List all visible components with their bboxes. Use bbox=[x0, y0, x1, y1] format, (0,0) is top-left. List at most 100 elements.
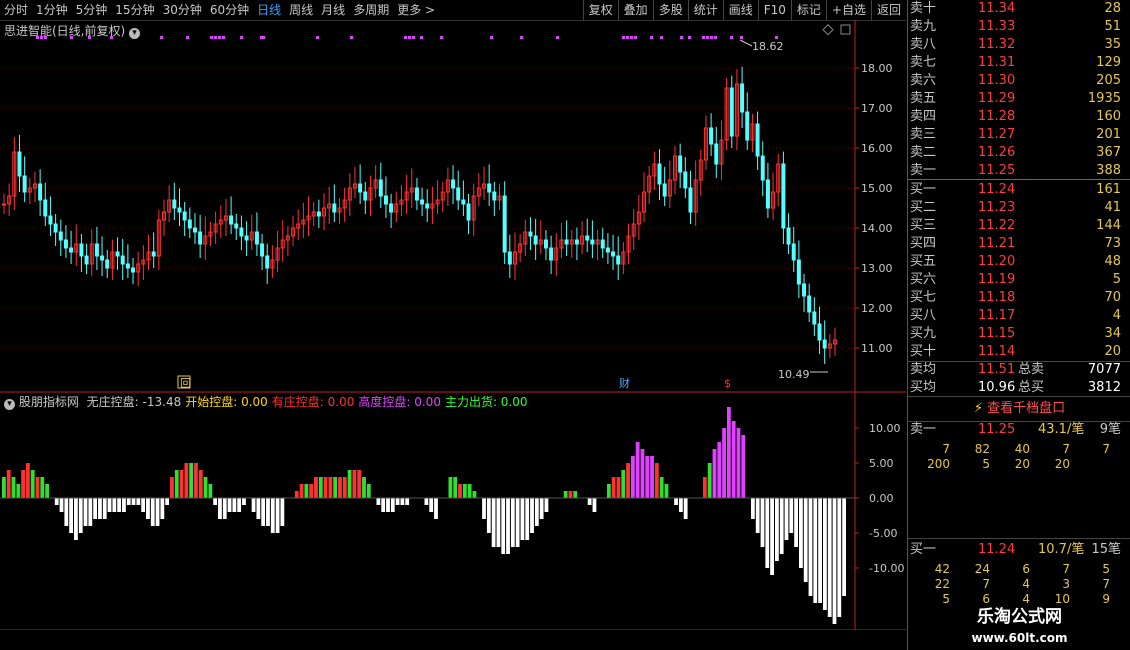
period-tab-6[interactable]: 日线 bbox=[253, 0, 285, 20]
candle-body bbox=[414, 187, 419, 201]
candle-body bbox=[192, 227, 197, 233]
indicator-bar bbox=[525, 498, 530, 540]
signal-dot bbox=[222, 36, 225, 39]
indicator-bar bbox=[232, 498, 237, 512]
price-tick-label: 12.00 bbox=[861, 302, 893, 315]
toolbar-action-1[interactable]: 叠加 bbox=[617, 0, 653, 20]
ask-label: 卖三 bbox=[910, 127, 937, 142]
indicator-bar bbox=[482, 498, 486, 519]
period-tab-4[interactable]: 30分钟 bbox=[159, 0, 206, 20]
ask-row-6[interactable]: 卖四 11.28 160 bbox=[908, 108, 1130, 126]
candle-body bbox=[600, 239, 605, 249]
book-divider bbox=[908, 179, 1130, 180]
signal-dot bbox=[714, 36, 717, 39]
chevron-down-icon[interactable]: ▾ bbox=[129, 28, 141, 39]
ask-row-3[interactable]: 卖七 11.31 129 bbox=[908, 54, 1130, 72]
candle-body bbox=[234, 223, 239, 229]
bid-label: 买六 bbox=[910, 272, 937, 287]
indicator-bar bbox=[213, 498, 218, 505]
ask-volume: 129 bbox=[1096, 55, 1121, 70]
chart-title[interactable]: 思进智能(日线,前复权) ▾ bbox=[4, 22, 141, 39]
ind-tick-label: -5.00 bbox=[869, 527, 897, 540]
toolbar-action-6[interactable]: 标记 bbox=[790, 0, 826, 20]
ask-label: 卖十 bbox=[910, 1, 937, 16]
indicator-bar bbox=[328, 477, 333, 498]
candle-body bbox=[420, 199, 425, 205]
price-tick-label: 15.00 bbox=[861, 182, 893, 195]
bid-volume: 48 bbox=[1104, 254, 1121, 269]
indicator-bar bbox=[26, 463, 30, 498]
ask-price: 11.25 bbox=[978, 163, 1016, 178]
period-tab-5[interactable]: 60分钟 bbox=[206, 0, 253, 20]
bid-row-0[interactable]: 买一 11.24 161 bbox=[908, 181, 1130, 199]
bid-label: 买七 bbox=[910, 290, 937, 305]
period-tab-1[interactable]: 1分钟 bbox=[32, 0, 72, 20]
indicator-bar bbox=[117, 498, 122, 512]
bid-volume: 70 bbox=[1104, 290, 1121, 305]
period-tab-7[interactable]: 周线 bbox=[285, 0, 317, 20]
indicator-bar bbox=[491, 498, 496, 547]
indicator-bar bbox=[813, 498, 818, 603]
bid-row-3[interactable]: 买四 11.21 73 bbox=[908, 235, 1130, 253]
ask-row-2[interactable]: 卖八 11.32 35 bbox=[908, 36, 1130, 54]
ask-volume: 51 bbox=[1104, 19, 1121, 34]
indicator-bar bbox=[755, 498, 760, 533]
toolbar-action-4[interactable]: 画线 bbox=[722, 0, 758, 20]
toolbar-action-0[interactable]: 复权 bbox=[582, 0, 618, 20]
bid1-queue-row: 42 24 6 7 5 bbox=[908, 561, 1130, 577]
kline-chart[interactable]: 18.00 17.00 16.00 15.00 14.00 13.00 12.00 11.00… bbox=[0, 20, 906, 630]
period-tab-2[interactable]: 5分钟 bbox=[72, 0, 112, 20]
bid-row-8[interactable]: 买九 11.15 34 bbox=[908, 325, 1130, 343]
period-tab-3[interactable]: 15分钟 bbox=[111, 0, 158, 20]
bid-row-4[interactable]: 买五 11.20 48 bbox=[908, 253, 1130, 271]
bid-label: 买八 bbox=[910, 308, 937, 323]
indicator-bar bbox=[357, 470, 362, 498]
signal-dot bbox=[775, 36, 778, 39]
view-10-levels-button[interactable]: ⚡ 查看千档盘口 bbox=[908, 397, 1130, 421]
ask-row-7[interactable]: 卖三 11.27 201 bbox=[908, 126, 1130, 144]
indicator-bar bbox=[102, 498, 107, 519]
ask-row-5[interactable]: 卖五 11.29 1935 bbox=[908, 90, 1130, 108]
indicator-bar bbox=[6, 470, 11, 498]
toolbar-action-8[interactable]: 返回 bbox=[870, 0, 906, 20]
candle-body bbox=[605, 247, 610, 253]
toolbar-action-2[interactable]: 多股 bbox=[652, 0, 688, 20]
candle-body bbox=[574, 239, 579, 245]
ask-row-9[interactable]: 卖一 11.25 388 bbox=[908, 162, 1130, 180]
toolbar-action-3[interactable]: 统计 bbox=[687, 0, 723, 20]
bid-row-6[interactable]: 买七 11.18 70 bbox=[908, 289, 1130, 307]
toolbar-action-7[interactable]: +自选 bbox=[825, 0, 871, 20]
indicator-bar bbox=[808, 498, 813, 596]
indicator-name[interactable]: 股朋指标网 bbox=[19, 395, 79, 409]
dollar-marker: $ bbox=[724, 377, 731, 390]
period-tab-8[interactable]: 月线 bbox=[317, 0, 349, 20]
indicator-bar bbox=[122, 498, 126, 512]
ask-row-1[interactable]: 卖九 11.33 51 bbox=[908, 18, 1130, 36]
bid-row-1[interactable]: 买二 11.23 41 bbox=[908, 199, 1130, 217]
candle-body bbox=[38, 183, 43, 201]
ask-row-8[interactable]: 卖二 11.26 367 bbox=[908, 144, 1130, 162]
ask-row-4[interactable]: 卖六 11.30 205 bbox=[908, 72, 1130, 90]
bid-row-7[interactable]: 买八 11.17 4 bbox=[908, 307, 1130, 325]
toolbar-action-5[interactable]: F10 bbox=[757, 0, 791, 20]
bid-row-2[interactable]: 买三 11.22 144 bbox=[908, 217, 1130, 235]
bid-row-9[interactable]: 买十 11.14 20 bbox=[908, 343, 1130, 361]
indicator-item-0: 无庄控盘: -13.48 bbox=[86, 395, 182, 409]
bid-price: 11.21 bbox=[978, 236, 1016, 251]
period-tab-10[interactable]: 更多 > bbox=[393, 0, 439, 20]
candle-body bbox=[17, 151, 22, 177]
period-tab-9[interactable]: 多周期 bbox=[349, 0, 393, 20]
indicator-bar bbox=[424, 498, 429, 505]
bid-row-5[interactable]: 买六 11.19 5 bbox=[908, 271, 1130, 289]
bid-price: 11.24 bbox=[978, 182, 1016, 197]
chevron-down-icon[interactable]: ▾ bbox=[4, 399, 15, 410]
indicator-bar bbox=[237, 498, 242, 512]
indicator-bar bbox=[170, 477, 174, 498]
indicator-bar bbox=[208, 484, 213, 498]
indicator-bar bbox=[621, 470, 626, 498]
ask-row-0[interactable]: 卖十 11.34 28 bbox=[908, 0, 1130, 18]
candle-body bbox=[22, 175, 27, 193]
bid-volume: 161 bbox=[1096, 182, 1121, 197]
divider bbox=[908, 538, 1130, 539]
period-tab-0[interactable]: 分时 bbox=[0, 0, 32, 20]
